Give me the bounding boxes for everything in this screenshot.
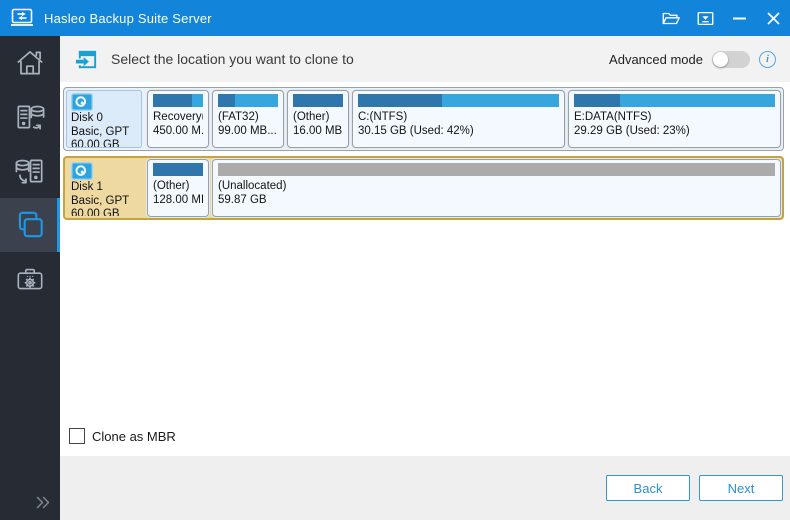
partition-cell[interactable]: E:DATA(NTFS)29.29 GB (Used: 23%) bbox=[568, 90, 781, 148]
partition-cell[interactable]: Recovery(N1450.00 M... bbox=[147, 90, 209, 148]
next-button[interactable]: Next bbox=[699, 475, 783, 501]
app-logo-icon bbox=[10, 8, 34, 28]
partition-label: Recovery(N1 bbox=[153, 110, 203, 124]
disk-icon bbox=[71, 93, 137, 112]
advanced-mode-toggle[interactable] bbox=[712, 51, 750, 68]
disk-name: Disk 0 bbox=[71, 112, 137, 126]
usage-bar bbox=[358, 94, 559, 107]
disk-type: Basic, GPT bbox=[71, 126, 137, 140]
partition-label: (Other) bbox=[153, 179, 203, 193]
double-chevron-right-icon bbox=[35, 495, 52, 510]
back-button[interactable]: Back bbox=[606, 475, 690, 501]
sidebar-item-home[interactable] bbox=[0, 36, 60, 90]
sidebar-item-restore[interactable] bbox=[0, 144, 60, 198]
partition-list: (Other)128.00 MB(Unallocated)59.87 GB bbox=[144, 159, 781, 217]
disk-info[interactable]: Disk 1Basic, GPT60.00 GB bbox=[66, 159, 142, 217]
advanced-mode-label: Advanced mode bbox=[609, 52, 703, 67]
partition-cell[interactable]: (Unallocated)59.87 GB bbox=[212, 159, 781, 217]
partition-label: (Other) bbox=[293, 110, 343, 124]
content-area: Disk 0Basic, GPT60.00 GBRecovery(N1450.0… bbox=[60, 82, 790, 456]
partition-cell[interactable]: C:(NTFS)30.15 GB (Used: 42%) bbox=[352, 90, 565, 148]
usage-bar bbox=[574, 94, 775, 107]
usage-bar bbox=[153, 163, 203, 176]
partition-cell[interactable]: (Other)128.00 MB bbox=[147, 159, 209, 217]
partition-size: 99.00 MB... bbox=[218, 124, 278, 138]
partition-size: 450.00 M... bbox=[153, 124, 203, 138]
toggle-knob bbox=[713, 52, 728, 67]
disk-name: Disk 1 bbox=[71, 181, 137, 195]
usage-bar-used bbox=[153, 163, 203, 176]
usage-bar-used bbox=[293, 94, 343, 107]
partition-size: 16.00 MB bbox=[293, 124, 343, 138]
sidebar-item-tools[interactable] bbox=[0, 252, 60, 306]
sidebar-item-clone[interactable] bbox=[0, 198, 60, 252]
backup-icon bbox=[13, 100, 47, 134]
close-button[interactable] bbox=[756, 0, 790, 36]
sidebar-item-backup[interactable] bbox=[0, 90, 60, 144]
disk-row[interactable]: Disk 1Basic, GPT60.00 GB(Other)128.00 MB… bbox=[63, 156, 784, 220]
partition-list: Recovery(N1450.00 M...(FAT32)99.00 MB...… bbox=[144, 90, 781, 148]
disk-list: Disk 0Basic, GPT60.00 GBRecovery(N1450.0… bbox=[63, 87, 784, 225]
home-icon bbox=[13, 46, 47, 80]
clone-as-mbr-label: Clone as MBR bbox=[92, 429, 176, 444]
clone-target-icon bbox=[74, 47, 99, 72]
titlebar: Hasleo Backup Suite Server bbox=[0, 0, 790, 36]
page-title: Select the location you want to clone to bbox=[111, 51, 609, 67]
partition-cell[interactable]: (FAT32)99.00 MB... bbox=[212, 90, 284, 148]
sidebar bbox=[0, 36, 60, 520]
minimize-button[interactable] bbox=[722, 0, 756, 36]
disk-info[interactable]: Disk 0Basic, GPT60.00 GB bbox=[66, 90, 142, 148]
page-header: Select the location you want to clone to… bbox=[60, 36, 790, 82]
partition-size: 59.87 GB bbox=[218, 193, 775, 207]
window-title: Hasleo Backup Suite Server bbox=[44, 11, 654, 26]
usage-bar-used bbox=[358, 94, 442, 107]
main-panel: Select the location you want to clone to… bbox=[60, 36, 790, 520]
usage-bar bbox=[218, 94, 278, 107]
tools-icon bbox=[13, 262, 47, 296]
open-folder-button[interactable] bbox=[654, 0, 688, 36]
disk-row[interactable]: Disk 0Basic, GPT60.00 GBRecovery(N1450.0… bbox=[63, 87, 784, 151]
usage-bar-used bbox=[574, 94, 620, 107]
clone-as-mbr-option: Clone as MBR bbox=[63, 428, 784, 456]
footer-bar: Back Next bbox=[60, 456, 790, 520]
minimize-to-tray-icon bbox=[696, 10, 715, 27]
partition-size: 30.15 GB (Used: 42%) bbox=[358, 124, 559, 138]
close-icon bbox=[767, 12, 780, 25]
clone-as-mbr-checkbox[interactable] bbox=[69, 428, 85, 444]
minimize-icon bbox=[733, 17, 746, 20]
partition-size: 29.29 GB (Used: 23%) bbox=[574, 124, 775, 138]
partition-label: (FAT32) bbox=[218, 110, 278, 124]
usage-bar bbox=[153, 94, 203, 107]
disk-size: 60.00 GB bbox=[71, 139, 137, 148]
restore-icon bbox=[13, 154, 47, 188]
open-folder-icon bbox=[661, 10, 681, 27]
usage-bar bbox=[218, 163, 775, 176]
partition-size: 128.00 MB bbox=[153, 193, 203, 207]
info-icon[interactable]: i bbox=[759, 51, 776, 68]
partition-label: E:DATA(NTFS) bbox=[574, 110, 775, 124]
disk-type: Basic, GPT bbox=[71, 195, 137, 209]
disk-icon bbox=[71, 162, 137, 181]
disk-size: 60.00 GB bbox=[71, 208, 137, 217]
partition-cell[interactable]: (Other)16.00 MB bbox=[287, 90, 349, 148]
usage-bar bbox=[293, 94, 343, 107]
usage-bar-used bbox=[218, 94, 235, 107]
usage-bar-used bbox=[153, 94, 192, 107]
sidebar-expand-button[interactable] bbox=[0, 487, 60, 520]
clone-icon bbox=[13, 208, 47, 242]
partition-label: C:(NTFS) bbox=[358, 110, 559, 124]
app-window: Hasleo Backup Suite Server bbox=[0, 0, 790, 520]
partition-label: (Unallocated) bbox=[218, 179, 775, 193]
minimize-to-tray-button[interactable] bbox=[688, 0, 722, 36]
